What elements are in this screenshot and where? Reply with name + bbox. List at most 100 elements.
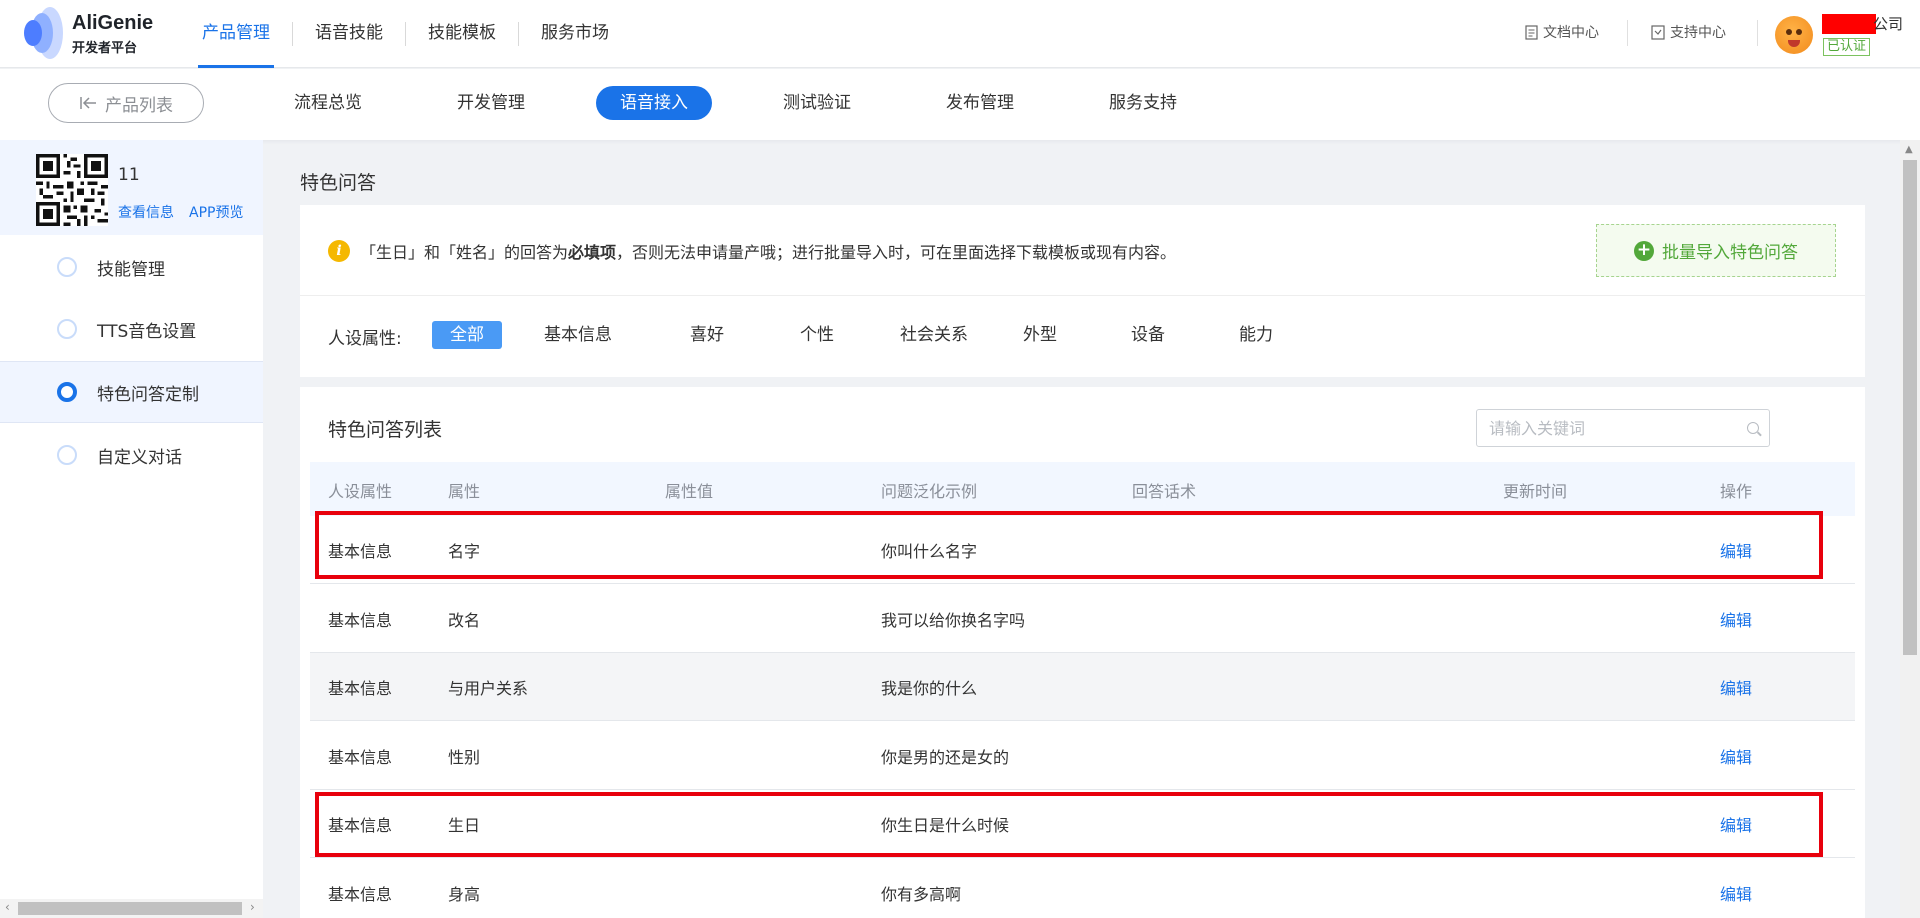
- sidebar-item-tts-voice[interactable]: TTS音色设置: [0, 298, 263, 360]
- top-header: AliGenie 开发者平台 产品管理 语音技能 技能模板 服务市场 文档中心 …: [0, 0, 1920, 68]
- document-icon: [1525, 24, 1538, 40]
- cell-example: 你是男的还是女的: [881, 748, 1010, 767]
- filter-appearance[interactable]: 外型: [1005, 321, 1075, 349]
- persona-filter-label: 人设属性:: [328, 329, 402, 349]
- cell-attribute: 生日: [448, 816, 481, 835]
- filter-device[interactable]: 设备: [1113, 321, 1183, 349]
- back-arrow-icon: [80, 97, 96, 109]
- top-nav-skill-templates[interactable]: 技能模板: [406, 0, 518, 68]
- company-suffix: 公司: [1873, 15, 1904, 33]
- table-row: 基本信息 性别 你是男的还是女的 编辑: [310, 722, 1855, 790]
- sidebar-horizontal-scrollbar[interactable]: ‹ ›: [0, 899, 263, 918]
- brand-name: AliGenie: [72, 12, 154, 34]
- top-link-divider: [1757, 20, 1758, 46]
- filter-basic-info[interactable]: 基本信息: [543, 321, 613, 349]
- user-avatar[interactable]: [1775, 16, 1813, 54]
- filter-ability[interactable]: 能力: [1221, 321, 1291, 349]
- top-nav-service-market[interactable]: 服务市场: [519, 0, 631, 68]
- edit-link[interactable]: 编辑: [1720, 812, 1752, 836]
- page-title: 特色问答: [300, 172, 377, 194]
- redacted-company-name: [1822, 14, 1876, 34]
- search-icon[interactable]: [1747, 422, 1759, 434]
- view-info-link[interactable]: 查看信息: [118, 202, 174, 222]
- batch-import-button[interactable]: + 批量导入特色问答: [1596, 224, 1836, 277]
- notice-filter-card: i 「生日」和「姓名」的回答为必填项，否则无法申请量产哦；进行批量导入时，可在里…: [300, 205, 1865, 377]
- product-name: 11: [118, 165, 140, 185]
- top-link-divider: [1627, 20, 1628, 46]
- sub-nav-release-management[interactable]: 发布管理: [928, 86, 1032, 120]
- filter-hobbies[interactable]: 喜好: [672, 321, 742, 349]
- filter-all[interactable]: 全部: [432, 321, 502, 349]
- sidebar-item-skill-management[interactable]: 技能管理: [0, 236, 263, 298]
- notice-text-bold: 必填项: [568, 243, 617, 262]
- sub-nav-bar: 产品列表 流程总览 开发管理 语音接入 测试验证 发布管理 服务支持: [0, 69, 1920, 140]
- docs-center-label: 文档中心: [1543, 25, 1599, 41]
- divider: [300, 295, 1865, 296]
- plus-circle-icon: +: [1634, 240, 1654, 261]
- edit-link[interactable]: 编辑: [1720, 881, 1752, 905]
- qr-code-icon[interactable]: [36, 154, 108, 226]
- sidebar-item-custom-dialog[interactable]: 自定义对话: [0, 424, 263, 486]
- radio-dot-icon: [57, 445, 77, 465]
- support-center-link[interactable]: 支持中心: [1651, 22, 1726, 42]
- scrollbar-thumb[interactable]: [1903, 160, 1917, 655]
- cell-example: 你生日是什么时候: [881, 816, 1010, 835]
- list-title: 特色问答列表: [328, 419, 443, 441]
- filter-social-relations[interactable]: 社会关系: [889, 321, 979, 349]
- batch-import-label: 批量导入特色问答: [1662, 243, 1798, 263]
- cell-example: 我可以给你换名字吗: [881, 611, 1026, 630]
- app-preview-link[interactable]: APP预览: [189, 202, 243, 222]
- column-header: 更新时间: [1503, 482, 1568, 501]
- column-header: 人设属性: [328, 482, 393, 501]
- brand-subtitle: 开发者平台: [72, 41, 138, 56]
- table-row: 基本信息 生日 你生日是什么时候 编辑: [310, 790, 1855, 858]
- table-row: 基本信息 与用户关系 我是你的什么 编辑: [310, 653, 1855, 721]
- scroll-up-arrow-icon[interactable]: ▲: [1905, 144, 1913, 155]
- scroll-left-arrow-icon[interactable]: ‹: [5, 900, 10, 914]
- info-icon: i: [328, 240, 350, 262]
- cell-attribute: 与用户关系: [448, 679, 529, 698]
- cell-category: 基本信息: [328, 679, 393, 698]
- table-row: 基本信息 名字 你叫什么名字 编辑: [310, 516, 1855, 584]
- edit-link[interactable]: 编辑: [1720, 675, 1752, 699]
- product-list-back-button[interactable]: 产品列表: [48, 83, 204, 123]
- cell-category: 基本信息: [328, 611, 393, 630]
- sidebar-item-label: TTS音色设置: [97, 321, 197, 342]
- scrollbar-thumb[interactable]: [18, 902, 242, 915]
- scroll-right-arrow-icon[interactable]: ›: [250, 900, 255, 914]
- sub-nav-voice-access[interactable]: 语音接入: [596, 86, 712, 120]
- search-input[interactable]: [1477, 410, 1727, 446]
- notice-text: 「生日」和「姓名」的回答为必填项，否则无法申请量产哦；进行批量导入时，可在里面选…: [360, 239, 1176, 263]
- sub-nav-flow-overview[interactable]: 流程总览: [276, 86, 380, 120]
- top-nav-product-management[interactable]: 产品管理: [180, 0, 292, 68]
- top-nav-voice-skills[interactable]: 语音技能: [293, 0, 405, 68]
- edit-link[interactable]: 编辑: [1720, 538, 1752, 562]
- product-list-label: 产品列表: [105, 95, 173, 116]
- sub-nav-dev-management[interactable]: 开发管理: [439, 86, 543, 120]
- edit-link[interactable]: 编辑: [1720, 607, 1752, 631]
- cell-category: 基本信息: [328, 885, 393, 904]
- radio-dot-icon: [57, 382, 77, 402]
- aligenie-logo-icon[interactable]: [20, 6, 64, 60]
- cell-attribute: 改名: [448, 611, 481, 630]
- cell-attribute: 名字: [448, 542, 481, 561]
- filter-personality[interactable]: 个性: [782, 321, 852, 349]
- avatar-eye: [1786, 29, 1792, 35]
- page-vertical-scrollbar[interactable]: ▲: [1900, 140, 1920, 918]
- support-icon: [1651, 24, 1665, 40]
- radio-dot-icon: [57, 257, 77, 277]
- sidebar-item-featured-qa[interactable]: 特色问答定制: [0, 361, 263, 423]
- cell-example: 我是你的什么: [881, 679, 978, 698]
- search-box[interactable]: [1476, 409, 1770, 447]
- sub-nav-service-support[interactable]: 服务支持: [1091, 86, 1195, 120]
- notice-text-before: 「生日」和「姓名」的回答为: [360, 243, 569, 262]
- sub-nav-test-verify[interactable]: 测试验证: [765, 86, 869, 120]
- required-notice: i 「生日」和「姓名」的回答为必填项，否则无法申请量产哦；进行批量导入时，可在里…: [328, 239, 1176, 263]
- verified-badge: 已认证: [1823, 38, 1871, 56]
- docs-center-link[interactable]: 文档中心: [1525, 22, 1599, 42]
- cell-attribute: 性别: [448, 748, 481, 767]
- cell-example: 你叫什么名字: [881, 542, 978, 561]
- edit-link[interactable]: 编辑: [1720, 744, 1752, 768]
- avatar-mouth: [1788, 40, 1800, 47]
- cell-attribute: 身高: [448, 885, 481, 904]
